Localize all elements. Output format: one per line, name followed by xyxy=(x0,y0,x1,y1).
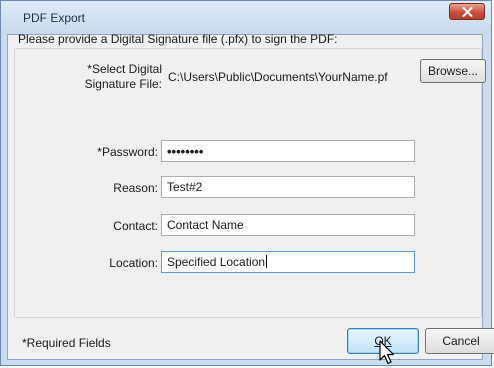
reason-field[interactable]: Test#2 xyxy=(161,176,415,198)
text-caret xyxy=(266,255,268,268)
reason-value: Test#2 xyxy=(167,180,203,194)
mouse-pointer-icon xyxy=(379,340,395,365)
title-bar: PDF Export xyxy=(1,1,491,35)
cancel-button[interactable]: Cancel xyxy=(425,328,494,354)
contact-value: Contact Name xyxy=(167,218,244,232)
signature-file-label-line1: *Select Digital xyxy=(87,62,162,76)
instruction-text: Please provide a Digital Signature file … xyxy=(18,32,338,46)
contact-field[interactable]: Contact Name xyxy=(161,214,415,236)
password-field[interactable]: •••••••• xyxy=(161,140,415,162)
signature-file-label-line2: Signature File: xyxy=(84,77,162,91)
window-title: PDF Export xyxy=(23,11,86,25)
location-label: Location: xyxy=(109,256,158,270)
close-button[interactable] xyxy=(449,3,485,20)
signature-file-path: C:\Users\Public\Documents\YourName.pf xyxy=(168,70,388,84)
close-icon xyxy=(462,7,473,17)
location-field[interactable]: Specified Location xyxy=(161,251,415,273)
cancel-button-label: Cancel xyxy=(442,334,480,348)
reason-label: Reason: xyxy=(113,181,158,195)
browse-button[interactable]: Browse... xyxy=(420,59,486,83)
password-value: •••••••• xyxy=(167,144,204,159)
password-label: *Password: xyxy=(97,145,158,159)
contact-label: Contact: xyxy=(113,219,158,233)
location-value: Specified Location xyxy=(167,255,266,269)
signature-file-label: *Select Digital Signature File: xyxy=(58,62,162,92)
required-fields-note: *Required Fields xyxy=(22,336,111,350)
